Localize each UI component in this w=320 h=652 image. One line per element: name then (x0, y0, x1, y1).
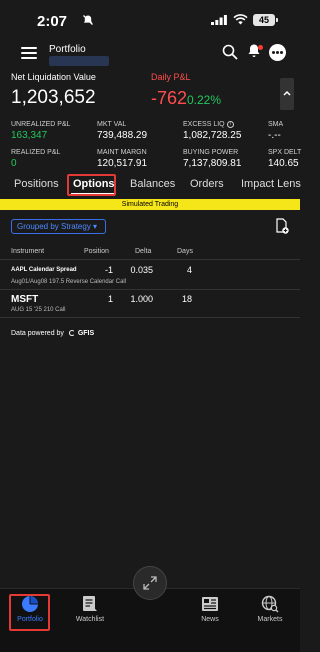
tab-orders[interactable]: Orders (190, 178, 224, 190)
table-divider (0, 289, 300, 290)
net-liquidation-label: Net Liquidation Value (11, 72, 96, 82)
nav-markets[interactable]: Markets (245, 595, 295, 623)
table-divider (0, 259, 300, 260)
metric-label: MAINT MARGN (97, 149, 147, 156)
portfolio-tabs: Positions Options Balances Orders Impact… (0, 172, 301, 197)
nav-label: News (201, 616, 219, 623)
daily-pl-value: -762 (151, 88, 188, 108)
silent-bell-icon (83, 15, 93, 25)
metric-value: 7,137,809.81 (183, 158, 242, 169)
metric-label: SPX DELT (268, 149, 302, 156)
gfis-logo-icon (68, 330, 75, 336)
delta-value: 1.000 (130, 294, 153, 304)
tab-positions[interactable]: Positions (14, 178, 59, 190)
chevron-up-icon (283, 90, 291, 96)
portfolio-nav-highlight (9, 594, 50, 631)
metric-value: 120,517.91 (97, 158, 148, 169)
metric-label: SMA (268, 121, 284, 128)
days-value: 18 (181, 294, 192, 304)
data-attribution: Data powered by GFIS (11, 330, 94, 337)
metric-label: BUYING POWER (183, 149, 239, 156)
days-value: 4 (186, 265, 192, 275)
grouped-by-strategy-dropdown[interactable]: Grouped by Strategy ▾ (11, 219, 106, 234)
notification-badge (258, 45, 263, 50)
options-tab-highlight (67, 174, 116, 196)
column-header-instrument[interactable]: Instrument (11, 248, 44, 255)
tab-impact-lens[interactable]: Impact Lens (241, 178, 301, 190)
hamburger-menu-icon[interactable] (21, 47, 37, 59)
position-value: 1 (107, 294, 113, 304)
instrument-symbol: MSFT (11, 294, 39, 305)
info-icon[interactable]: i (226, 121, 234, 128)
column-header-delta[interactable]: Delta (135, 248, 151, 255)
add-position-icon[interactable] (276, 218, 289, 234)
page-title: Portfolio (49, 44, 86, 55)
battery-icon: 45 (253, 14, 278, 26)
search-icon[interactable] (222, 44, 238, 60)
metric-value: 1,082,728.25 (183, 130, 242, 141)
metric-label: REALIZED P&L (11, 149, 61, 156)
simulated-trading-banner: Simulated Trading (0, 199, 300, 210)
account-id-redacted (49, 56, 109, 66)
delta-value: 0.035 (130, 265, 153, 275)
metric-value: 163,347 (11, 130, 48, 141)
nav-watchlist[interactable]: Watchlist (65, 595, 115, 623)
watchlist-icon (83, 596, 97, 611)
metric-label: MKT VAL (97, 121, 127, 128)
instrument-symbol: AAPL Calendar Spread (11, 267, 77, 273)
status-time: 2:07 (37, 13, 68, 30)
signal-icon (211, 15, 227, 25)
status-bar: 2:07 45 (0, 0, 300, 40)
nav-label: Markets (257, 616, 283, 623)
nav-label: Watchlist (75, 616, 105, 623)
table-divider (0, 317, 300, 318)
instrument-description: Aug01/Aug08 197.5 Reverse Calendar Call (11, 279, 127, 285)
collapse-summary-button[interactable] (280, 78, 294, 110)
position-value: -1 (104, 265, 113, 275)
metric-label: UNREALIZED P&L (11, 121, 71, 128)
metric-label: EXCESS LIQ i (183, 121, 234, 128)
daily-pl-percent: 0.22% (187, 93, 222, 107)
metric-label-text: EXCESS LIQ (183, 121, 225, 128)
expand-arrows-icon (143, 576, 157, 590)
column-header-days[interactable]: Days (177, 248, 193, 255)
metric-value: 0 (11, 158, 17, 169)
metric-value: 739,488.29 (97, 130, 148, 141)
tab-balances[interactable]: Balances (130, 178, 175, 190)
attribution-brand: GFIS (77, 330, 95, 337)
daily-pl-label: Daily P&L (151, 72, 191, 82)
news-icon (202, 597, 218, 611)
column-header-position[interactable]: Position (84, 248, 109, 255)
trade-button[interactable] (133, 566, 167, 600)
nav-news[interactable]: News (185, 595, 235, 623)
net-liquidation-value: 1,203,652 (11, 87, 96, 108)
instrument-description: AUG 15 '25 210 Call (11, 307, 66, 313)
attribution-text: Data powered by (11, 330, 64, 337)
globe-search-icon (261, 595, 279, 613)
more-options-icon[interactable] (269, 44, 286, 61)
metric-value: 140.65 (268, 158, 299, 169)
wifi-icon (233, 14, 248, 25)
metric-value: -.-- (268, 130, 281, 141)
